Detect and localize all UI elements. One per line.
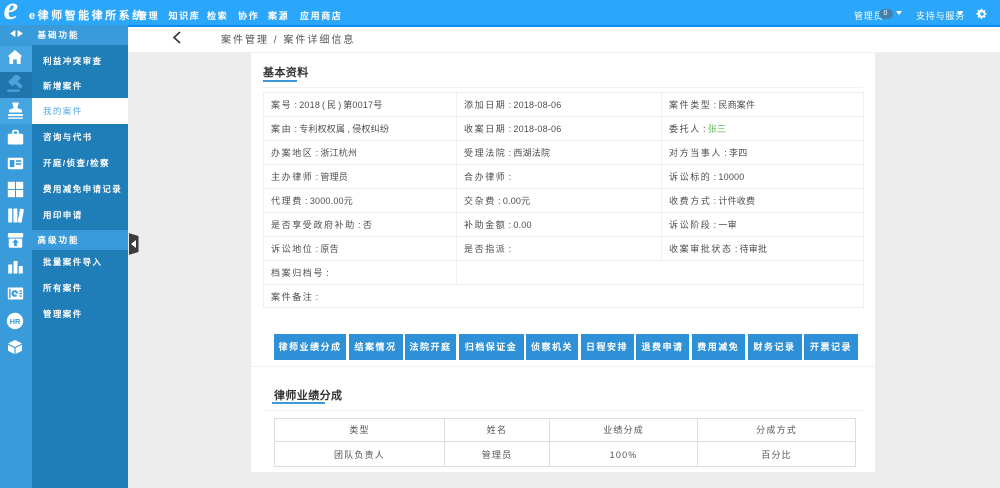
svg-text:HR: HR <box>10 317 21 326</box>
